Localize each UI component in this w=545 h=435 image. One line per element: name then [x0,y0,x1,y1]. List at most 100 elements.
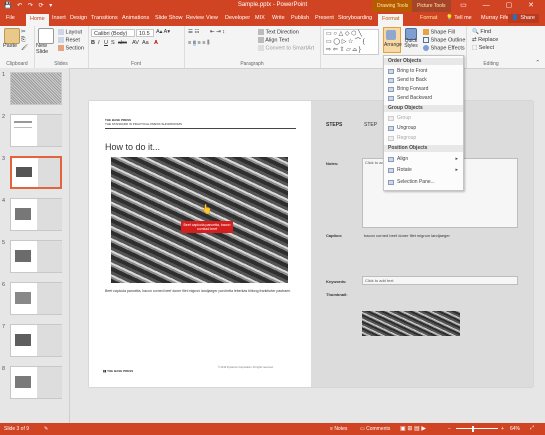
slide-thumbnail[interactable] [10,282,62,315]
window-controls[interactable]: ▭ — ▢ ✕ [460,1,541,9]
rotate-item[interactable]: Rotate ▸ [384,166,463,175]
align-text-button[interactable]: Align Text [258,37,289,43]
layout-button[interactable]: Layout [58,29,82,35]
tab-view[interactable]: View [206,15,218,21]
bring-forward-item[interactable]: Bring Forward [384,85,463,94]
letterpress-photo[interactable] [111,157,288,283]
align-item[interactable]: Align ▸ [384,155,463,164]
slide-thumbnail[interactable] [10,240,62,273]
send-backward-item[interactable]: Send Backward [384,94,463,103]
thumbnail-image[interactable] [362,311,460,336]
quick-styles-button[interactable]: Quick Styles [402,28,420,52]
find-icon: 🔍 [472,29,479,35]
tab-developer[interactable]: Developer [225,15,250,21]
tab-home[interactable]: Home [26,14,49,26]
replace-button[interactable]: ⇄ Replace [472,37,498,43]
font-name-combo[interactable]: Calibri (Body) [91,29,135,37]
strikethrough-button[interactable]: abc [118,40,127,46]
paragraph-group: ☰ ☷ ⇤ ⇥ ↕ ≡ ≡ ≡ ≡ ⫼ Text Direction Align… [184,26,321,68]
font-group: Calibri (Body) 10.5 A▴ A▾ B I U S abc AV… [88,26,185,68]
regroup-item[interactable]: Regroup [384,134,463,143]
cut-icon[interactable]: ✂ [21,29,26,35]
smartart-icon [258,45,264,51]
tab-present[interactable]: Present [315,15,334,21]
tab-animations[interactable]: Animations [122,15,149,21]
indent-buttons[interactable]: ⇤ ⇥ ↕ [210,29,225,35]
find-button[interactable]: 🔍 Find [472,29,491,35]
text-direction-button[interactable]: Text Direction [258,29,299,35]
tab-storyboarding[interactable]: Storyboarding [338,15,372,21]
share-button[interactable]: 👤 Share [507,14,539,23]
tab-drawing-format[interactable]: Format [378,14,404,26]
convert-smartart-button[interactable]: Convert to SmartArt [258,45,314,51]
char-spacing-button[interactable]: AV [132,40,139,46]
bullets-button[interactable]: ☰ ☷ [188,29,199,35]
group-item[interactable]: Group [384,114,463,123]
tab-review[interactable]: Review [186,15,204,21]
select-button[interactable]: ⬚ Select [472,45,494,51]
italic-button[interactable]: I [98,40,100,46]
tab-picture-format[interactable]: Format [420,15,437,21]
notes-button[interactable]: ≡ Notes [330,426,347,432]
view-buttons[interactable]: ▣ ⊞ ▤ ▶ [400,425,426,432]
bold-button[interactable]: B [91,40,95,46]
shape-effects-button[interactable]: Shape Effects [423,45,465,51]
ungroup-icon [388,126,394,131]
tab-insert[interactable]: Insert [52,15,66,21]
ungroup-item[interactable]: Ungroup [384,124,463,133]
tell-me-search[interactable]: 💡 Tell me [446,15,472,21]
paste-button[interactable]: Paste [3,43,17,49]
slide-thumbnail[interactable] [10,114,62,147]
slide-thumbnail[interactable] [10,324,62,357]
tab-mix[interactable]: MIX [255,15,265,21]
paste-icon[interactable] [4,28,20,44]
underline-button[interactable]: U [104,40,108,46]
tab-design[interactable]: Design [70,15,87,21]
section-button[interactable]: Section [58,45,84,51]
collapse-ribbon-icon[interactable]: ⌃ [535,60,540,66]
tab-publish[interactable]: Publish [291,15,309,21]
slide-thumbnail[interactable] [10,198,62,231]
caption-value[interactable]: bacon corned beef doner filet mignon lan… [364,233,450,238]
tab-write[interactable]: Write [272,15,285,21]
arrange-button[interactable]: Arrange [383,27,402,53]
slide-thumbnail[interactable] [10,72,62,105]
font-color-button[interactable]: A [154,40,158,46]
copy-icon[interactable]: ⎘ [21,37,25,44]
new-slide-button[interactable]: New Slide [36,43,56,55]
image-caption[interactable]: Beef capicola pancetta, bacon corned bee… [105,289,295,294]
zoom-level[interactable]: 64% [510,426,520,432]
reset-button[interactable]: Reset [58,37,80,43]
tab-slide-show[interactable]: Slide Show [155,15,183,21]
slide-thumbnail[interactable] [10,366,62,399]
font-size-combo[interactable]: 10.5 [136,29,154,37]
tab-file[interactable]: File [6,15,15,21]
zoom-slider[interactable] [456,428,498,429]
user-account[interactable]: Murray Fife [481,15,509,21]
shadow-button[interactable]: S [111,40,115,46]
slide-title[interactable]: How to do it... [105,142,160,152]
group-objects-header: Group Objects [384,105,463,112]
comments-button[interactable]: ▭ Comments [360,426,390,432]
slide-thumbnail-selected[interactable] [10,156,62,189]
send-to-back-item[interactable]: Send to Back [384,76,463,85]
shape-fill-button[interactable]: Shape Fill [423,29,455,35]
align-buttons[interactable]: ≡ ≡ ≡ ≡ ⫼ [188,40,210,47]
keywords-field[interactable]: Click to add text [362,276,518,285]
bring-to-front-item[interactable]: Bring to Front [384,67,463,76]
format-painter-icon[interactable]: 🖌 [21,45,28,51]
font-grow-shrink[interactable]: A▴ A▾ [156,29,170,35]
shape-outline-button[interactable]: Shape Outline [423,37,465,43]
spellcheck-icon[interactable]: ✎ [44,426,48,432]
change-case-button[interactable]: Aa [142,40,149,46]
zoom-out-button[interactable]: − [448,426,451,432]
zoom-in-button[interactable]: + [501,426,504,432]
tab-transitions[interactable]: Transitions [91,15,118,21]
selection-pane-item[interactable]: Selection Pane... [384,178,463,187]
fit-slide-icon[interactable]: ⤢ [530,425,534,431]
callout-shape[interactable]: Beef capicola pancetta, bacon cornkad be… [181,221,233,233]
editing-label: Editing [483,61,499,67]
new-slide-icon[interactable] [38,28,54,44]
zoom-slider-thumb[interactable] [472,426,474,432]
shapes-gallery[interactable]: ▭ ○ △ ◇ ⬡ ╲ ▭ ◯ ▷ ☆ ⌒ {⇨ ⇦ ⇧ ▱ ⌓ } [323,29,379,55]
